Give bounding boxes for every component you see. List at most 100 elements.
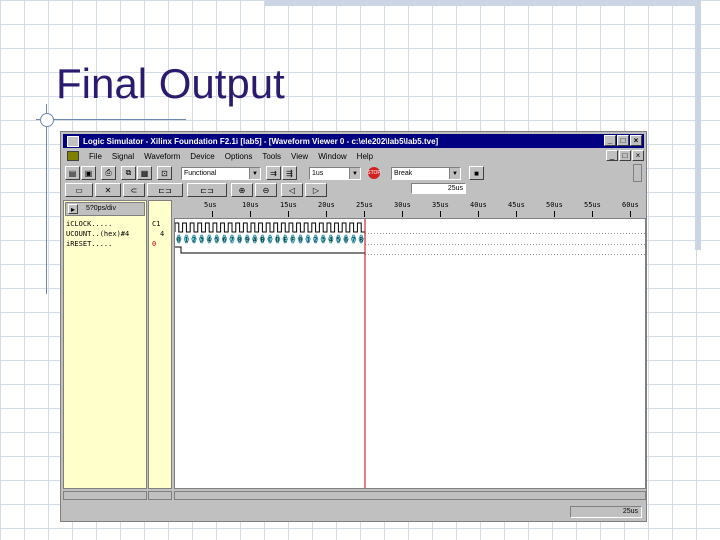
count-bus-value: D (276, 237, 280, 244)
simulation-time-field[interactable]: 25us (411, 183, 466, 194)
count-bus-value: 4 (329, 237, 333, 244)
minimize-button[interactable]: _ (604, 135, 616, 146)
breakpoint-select[interactable]: Break ▼ (391, 167, 461, 180)
signal-row[interactable]: iRESET..... (66, 240, 112, 248)
menu-signal[interactable]: Signal (112, 152, 134, 161)
step-size-select[interactable]: 1us ▼ (309, 167, 361, 180)
signal-value: C1 (152, 220, 161, 228)
values-hscroll[interactable] (148, 491, 172, 500)
delete-signal-icon[interactable]: ✕ (95, 183, 121, 197)
open-icon[interactable]: ▤ (65, 166, 80, 180)
save-icon[interactable]: ▣ (81, 166, 96, 180)
paste-icon[interactable]: ▦ (137, 166, 152, 180)
count-bus-value: 3 (200, 237, 204, 244)
status-time: 25us (570, 506, 642, 518)
expand-icon[interactable]: ▸ (68, 204, 78, 214)
document-icon[interactable] (67, 151, 79, 161)
waveform-hscroll[interactable] (174, 491, 646, 500)
signal-name: RESET..... (70, 240, 113, 248)
clock-waveform (175, 222, 365, 233)
add-signal-icon[interactable]: ▭ (65, 183, 93, 197)
toolbar-scrollbar[interactable] (633, 164, 642, 182)
slide-decor-line (36, 119, 186, 120)
signal-value: 4 (160, 230, 165, 238)
menu-file[interactable]: File (89, 152, 102, 161)
copy-icon[interactable]: ⧉ (121, 166, 136, 180)
logic-simulator-window: Logic Simulator - Xilinx Foundation F2.1… (60, 131, 647, 522)
mdi-minimize-button[interactable]: _ (606, 150, 618, 161)
count-bus-value: 6 (344, 237, 348, 244)
reset-waveform (175, 246, 365, 254)
waveform-area[interactable]: 0123456789ABCDEF012345678 (174, 218, 646, 489)
ruler-tick-label: 60us (622, 201, 639, 209)
count-bus-value: 3 (321, 237, 325, 244)
run-icon[interactable]: ⇶ (282, 166, 297, 180)
simulation-mode-select[interactable]: Functional ▼ (181, 167, 261, 180)
ruler-tick-label: 40us (470, 201, 487, 209)
ruler-tick-mark (364, 211, 365, 217)
count-bus-value: A (253, 237, 257, 244)
stimulus-icon[interactable]: ⊏⊐ (187, 183, 227, 197)
count-bus-value: F (291, 237, 295, 244)
close-button[interactable]: × (630, 135, 642, 146)
signal-row[interactable]: UCOUNT..(hex)#4 (66, 230, 129, 238)
count-bus-value: 2 (192, 237, 196, 244)
ruler-tick-mark (326, 211, 327, 217)
ruler-tick-mark (630, 211, 631, 217)
waveform-toolbar: ▭ ✕ ⊂ ⊏⊐ ⊏⊐ ⊕ ⊖ ◁ ▷ 25us (63, 183, 644, 197)
step-icon[interactable]: ⇉ (266, 166, 281, 180)
menu-waveform[interactable]: Waveform (144, 152, 180, 161)
cursor-right-icon[interactable]: ▷ (305, 183, 327, 197)
signal-name: COUNT..(hex)#4 (70, 230, 130, 238)
bus-icon[interactable]: ⊏⊐ (147, 183, 183, 197)
count-bus-value: 7 (352, 237, 356, 244)
slide-decor-circle (40, 113, 54, 127)
ruler-tick-label: 25us (356, 201, 373, 209)
print-icon[interactable]: ⎙ (101, 166, 116, 180)
mdi-maximize-button[interactable]: □ (619, 150, 631, 161)
ruler-tick-label: 20us (318, 201, 335, 209)
slide-decor-right-bar (695, 0, 701, 250)
ruler-tick-label: 15us (280, 201, 297, 209)
chevron-down-icon: ▼ (249, 168, 260, 179)
mdi-close-button[interactable]: × (632, 150, 644, 161)
menu-help[interactable]: Help (357, 152, 373, 161)
timescale-label: 5?0ps/div (86, 205, 116, 212)
signal-row[interactable]: iCLOCK..... (66, 220, 112, 228)
window-titlebar[interactable]: Logic Simulator - Xilinx Foundation F2.1… (63, 134, 644, 148)
zoom-out-icon[interactable]: ⊖ (255, 183, 277, 197)
ruler-tick-label: 35us (432, 201, 449, 209)
menu-window[interactable]: Window (318, 152, 346, 161)
ruler-tick-label: 45us (508, 201, 525, 209)
cursor-left-icon[interactable]: ◁ (281, 183, 303, 197)
signal-names-panel: ▸ 5?0ps/div iCLOCK..... UCOUNT..(hex)#4 … (63, 200, 147, 489)
ruler-tick-label: 10us (242, 201, 259, 209)
chevron-down-icon: ▼ (349, 168, 360, 179)
maximize-button[interactable]: □ (617, 135, 629, 146)
stop-button[interactable]: STOP (367, 167, 381, 179)
invert-icon[interactable]: ⊂ (123, 183, 145, 197)
ruler-tick-mark (592, 211, 593, 217)
ruler-tick-mark (250, 211, 251, 217)
time-ruler[interactable]: 0us 5us10us15us20us25us30us35us40us45us5… (174, 200, 646, 218)
count-bus-value: 1 (306, 237, 310, 244)
chevron-down-icon: ▼ (449, 168, 460, 179)
window-title: Logic Simulator - Xilinx Foundation F2.1… (83, 136, 439, 146)
main-toolbar: ▤ ▣ ⎙ ⧉ ▦ ⊡ Functional ▼ ⇉ ⇶ 1us ▼ STOP … (63, 164, 644, 182)
menu-view[interactable]: View (291, 152, 308, 161)
waveform-canvas: 0123456789ABCDEF012345678 (175, 219, 645, 488)
probe-icon[interactable]: ⊡ (157, 166, 172, 180)
count-bus-value: E (283, 237, 287, 244)
count-bus-value: 6 (223, 237, 227, 244)
ruler-tick-mark (440, 211, 441, 217)
zoom-in-icon[interactable]: ⊕ (231, 183, 253, 197)
count-bus-value: 4 (207, 237, 211, 244)
count-bus-value: 0 (299, 237, 303, 244)
stop-icon[interactable]: ■ (469, 166, 484, 180)
count-bus-value: 9 (245, 237, 249, 244)
menu-device[interactable]: Device (190, 152, 214, 161)
names-hscroll[interactable] (63, 491, 147, 500)
ruler-tick-label: 55us (584, 201, 601, 209)
menu-options[interactable]: Options (225, 152, 253, 161)
menu-tools[interactable]: Tools (262, 152, 281, 161)
